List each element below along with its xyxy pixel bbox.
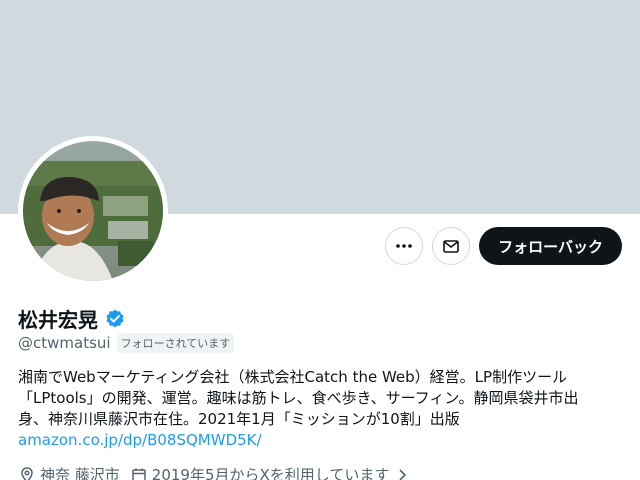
name-row: 松井宏晃 bbox=[18, 304, 126, 333]
message-button[interactable] bbox=[432, 227, 471, 265]
calendar-icon bbox=[132, 468, 146, 480]
joined-date[interactable]: 2019年5月からXを利用しています bbox=[130, 464, 412, 480]
profile-actions: フォローバック bbox=[385, 226, 622, 266]
location: 神奈 藤沢市 bbox=[18, 464, 120, 480]
bio-line: 湘南でWebマーケティング会社（株式会社Catch the Web）経営。LP制… bbox=[18, 368, 568, 386]
chevron-right-icon bbox=[399, 468, 407, 480]
more-icon bbox=[396, 244, 412, 248]
handle-row: @ctwmatsui フォローされています bbox=[18, 333, 235, 353]
display-name: 松井宏晃 bbox=[18, 308, 98, 332]
avatar[interactable] bbox=[18, 136, 168, 286]
location-text: 神奈 藤沢市 bbox=[40, 466, 120, 480]
verified-badge-icon[interactable] bbox=[104, 308, 126, 330]
bio-line: 「LPtools」の開発、運営。趣味は筋トレ、食べ歩き、サーフィン。静岡県袋井市… bbox=[18, 389, 579, 407]
bio-line: 身、神奈川県藤沢市在住。2021年1月「ミッションが10割」出版 bbox=[18, 410, 460, 428]
avatar-photo bbox=[23, 141, 163, 281]
location-pin-icon bbox=[21, 466, 33, 480]
more-button[interactable] bbox=[385, 227, 424, 265]
bio: 湘南でWebマーケティング会社（株式会社Catch the Web）経営。LP制… bbox=[18, 367, 624, 451]
follows-you-badge: フォローされています bbox=[116, 333, 235, 353]
profile-meta: 神奈 藤沢市 2019年5月からXを利用しています bbox=[18, 464, 411, 480]
mail-icon bbox=[443, 240, 459, 253]
bio-link[interactable]: amazon.co.jp/dp/B08SQMWD5K/ bbox=[18, 430, 624, 451]
username: @ctwmatsui bbox=[18, 334, 111, 352]
joined-text: 2019年5月からXを利用しています bbox=[151, 466, 390, 480]
follow-back-button[interactable]: フォローバック bbox=[479, 227, 622, 265]
